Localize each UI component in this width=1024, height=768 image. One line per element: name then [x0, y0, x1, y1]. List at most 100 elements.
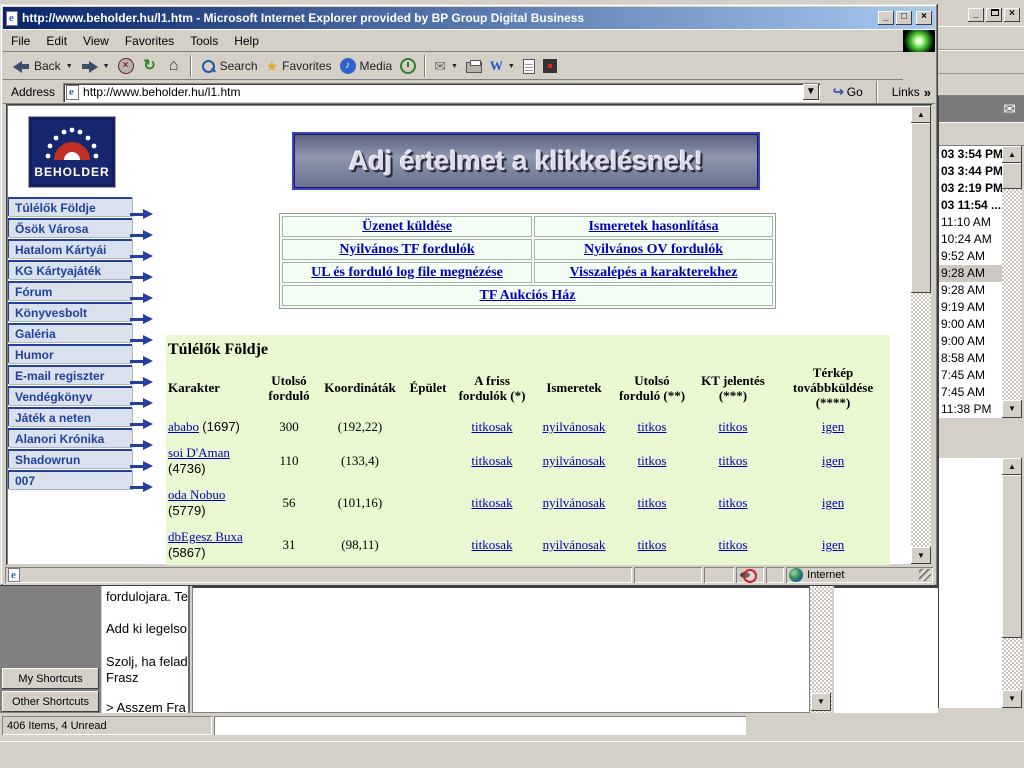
refresh-button[interactable]: ↻ — [138, 54, 162, 78]
map-link[interactable]: igen — [822, 537, 844, 552]
fresh-link[interactable]: titkosak — [471, 419, 512, 434]
scroll-down-icon[interactable]: ▼ — [1002, 400, 1022, 418]
ie-titlebar[interactable]: http://www.beholder.hu/l1.htm - Microsof… — [3, 7, 935, 29]
resize-grip[interactable] — [919, 569, 931, 581]
search-button[interactable]: Search — [196, 54, 262, 78]
ie-scrollbar[interactable]: ▲ ▼ — [911, 106, 931, 564]
message-list-item[interactable]: 9:28 AM — [939, 265, 1002, 282]
scrollbar-thumb[interactable] — [1002, 163, 1022, 189]
scroll-up-icon[interactable]: ▲ — [911, 106, 931, 123]
sidebar-item[interactable]: Könyvesbolt — [8, 302, 132, 321]
go-button[interactable]: ↪Go — [828, 83, 868, 102]
minimize-button[interactable]: _ — [878, 11, 894, 25]
discuss-button[interactable] — [519, 54, 539, 78]
message-list-item[interactable]: 10:24 AM — [939, 231, 1002, 248]
beholder-logo[interactable]: BEHOLDER — [28, 116, 116, 188]
message-list-item[interactable]: 9:52 AM — [939, 248, 1002, 265]
character-link[interactable]: soi D'Aman — [168, 445, 230, 460]
mail-button[interactable]: ✉▼ — [430, 54, 462, 78]
close-button[interactable]: × — [916, 11, 932, 25]
home-button[interactable]: ⌂ — [162, 54, 186, 78]
scroll-up-icon[interactable]: ▲ — [1002, 458, 1022, 475]
outlook-minimize-button[interactable]: _ — [968, 8, 984, 22]
stop-button[interactable]: × — [114, 54, 138, 78]
other-shortcuts-button[interactable]: Other Shortcuts — [2, 691, 99, 712]
sidebar-item[interactable]: KG Kártyajáték — [8, 260, 132, 279]
outlook-restore-button[interactable] — [986, 8, 1002, 22]
messenger-button[interactable] — [539, 54, 561, 78]
scrollbar-track[interactable] — [1002, 189, 1022, 400]
quick-link[interactable]: Üzenet küldése — [362, 219, 452, 234]
kt-link[interactable]: titkos — [719, 495, 748, 510]
back-button[interactable]: Back▼ — [9, 54, 77, 78]
scrollbar-thumb[interactable] — [1002, 475, 1022, 638]
menu-item[interactable]: File — [3, 31, 38, 51]
favorites-button[interactable]: ★Favorites — [262, 54, 336, 78]
scroll-down-icon[interactable]: ▼ — [811, 693, 831, 711]
message-list-item[interactable]: 7:45 AM — [939, 384, 1002, 401]
message-list-item[interactable]: 03 3:54 PM — [939, 146, 1002, 163]
message-list-item[interactable]: 03 11:54 ... — [939, 197, 1002, 214]
menu-item[interactable]: Edit — [38, 31, 75, 51]
sidebar-item[interactable]: 007 — [8, 470, 132, 489]
character-link[interactable]: dbEgesz Buxa — [168, 529, 243, 544]
message-list-item[interactable]: 7:45 AM — [939, 367, 1002, 384]
scrollbar-track[interactable] — [1002, 638, 1022, 690]
quick-link[interactable]: Ismeretek hasonlítása — [588, 219, 718, 234]
character-link[interactable]: oda Nobuo — [168, 487, 225, 502]
message-list-item[interactable]: 11:10 AM — [939, 214, 1002, 231]
menu-item[interactable]: Tools — [182, 31, 226, 51]
kt-link[interactable]: titkos — [719, 537, 748, 552]
message-list-item[interactable]: 03 3:44 PM — [939, 163, 1002, 180]
edit-button[interactable]: W▼ — [486, 54, 519, 78]
edit-dropdown-icon[interactable]: ▼ — [508, 63, 515, 70]
forward-dropdown-icon[interactable]: ▼ — [103, 63, 110, 70]
menu-item[interactable]: Favorites — [117, 31, 182, 51]
sidebar-item[interactable]: Galéria — [8, 323, 132, 342]
print-button[interactable] — [462, 54, 486, 78]
sidebar-item[interactable]: Játék a neten — [8, 407, 132, 426]
message-list-item[interactable]: 9:19 AM — [939, 299, 1002, 316]
maximize-button[interactable]: □ — [896, 11, 912, 25]
quick-link[interactable]: UL és forduló log file megnézése — [311, 265, 503, 280]
outlook-close-button[interactable]: × — [1004, 8, 1020, 22]
sidebar-item[interactable]: Humor — [8, 344, 132, 363]
quick-link[interactable]: Nyilvános OV fordulók — [584, 242, 723, 257]
sidebar-item[interactable]: Ősök Városa — [8, 218, 132, 237]
kt-link[interactable]: titkos — [719, 419, 748, 434]
forward-button[interactable]: ▼ — [77, 54, 114, 78]
message-list-item[interactable]: 03 2:19 PM — [939, 180, 1002, 197]
privacy-report-button[interactable] — [736, 567, 764, 583]
outlook-wide-scrollbar[interactable]: ▼ — [810, 586, 832, 713]
message-list-item[interactable]: 8:58 AM — [939, 350, 1002, 367]
knowledge-link[interactable]: nyilvánosak — [543, 537, 606, 552]
last-turn-link[interactable]: titkos — [638, 495, 667, 510]
kt-link[interactable]: titkos — [719, 453, 748, 468]
back-dropdown-icon[interactable]: ▼ — [66, 63, 73, 70]
scrollbar-thumb[interactable] — [911, 123, 931, 293]
address-dropdown-icon[interactable]: ▼ — [803, 84, 819, 100]
address-input[interactable] — [83, 85, 820, 100]
sidebar-item[interactable]: Hatalom Kártyái — [8, 239, 132, 258]
menu-item[interactable]: View — [75, 31, 117, 51]
knowledge-link[interactable]: nyilvánosak — [543, 453, 606, 468]
sidebar-item[interactable]: Túlélők Földje — [8, 197, 132, 216]
last-turn-link[interactable]: titkos — [638, 537, 667, 552]
media-button[interactable]: ♪Media — [336, 54, 397, 78]
scroll-down-icon[interactable]: ▼ — [1002, 690, 1022, 708]
my-shortcuts-button[interactable]: My Shortcuts — [2, 668, 99, 689]
sidebar-item[interactable]: Alanori Krónika — [8, 428, 132, 447]
send-receive-envelope-icon[interactable]: ✉ — [1003, 100, 1016, 118]
scrollbar-track[interactable] — [911, 293, 931, 547]
last-turn-link[interactable]: titkos — [638, 419, 667, 434]
message-list-item[interactable]: 9:00 AM — [939, 316, 1002, 333]
map-link[interactable]: igen — [822, 495, 844, 510]
outlook-list-scrollbar[interactable]: ▲ ▼ — [1002, 146, 1022, 418]
fresh-link[interactable]: titkosak — [471, 495, 512, 510]
last-turn-link[interactable]: titkos — [638, 453, 667, 468]
map-link[interactable]: igen — [822, 419, 844, 434]
character-link[interactable]: ababo — [168, 419, 199, 434]
message-list-item[interactable]: 9:00 AM — [939, 333, 1002, 350]
map-link[interactable]: igen — [822, 453, 844, 468]
scroll-down-icon[interactable]: ▼ — [911, 547, 931, 564]
